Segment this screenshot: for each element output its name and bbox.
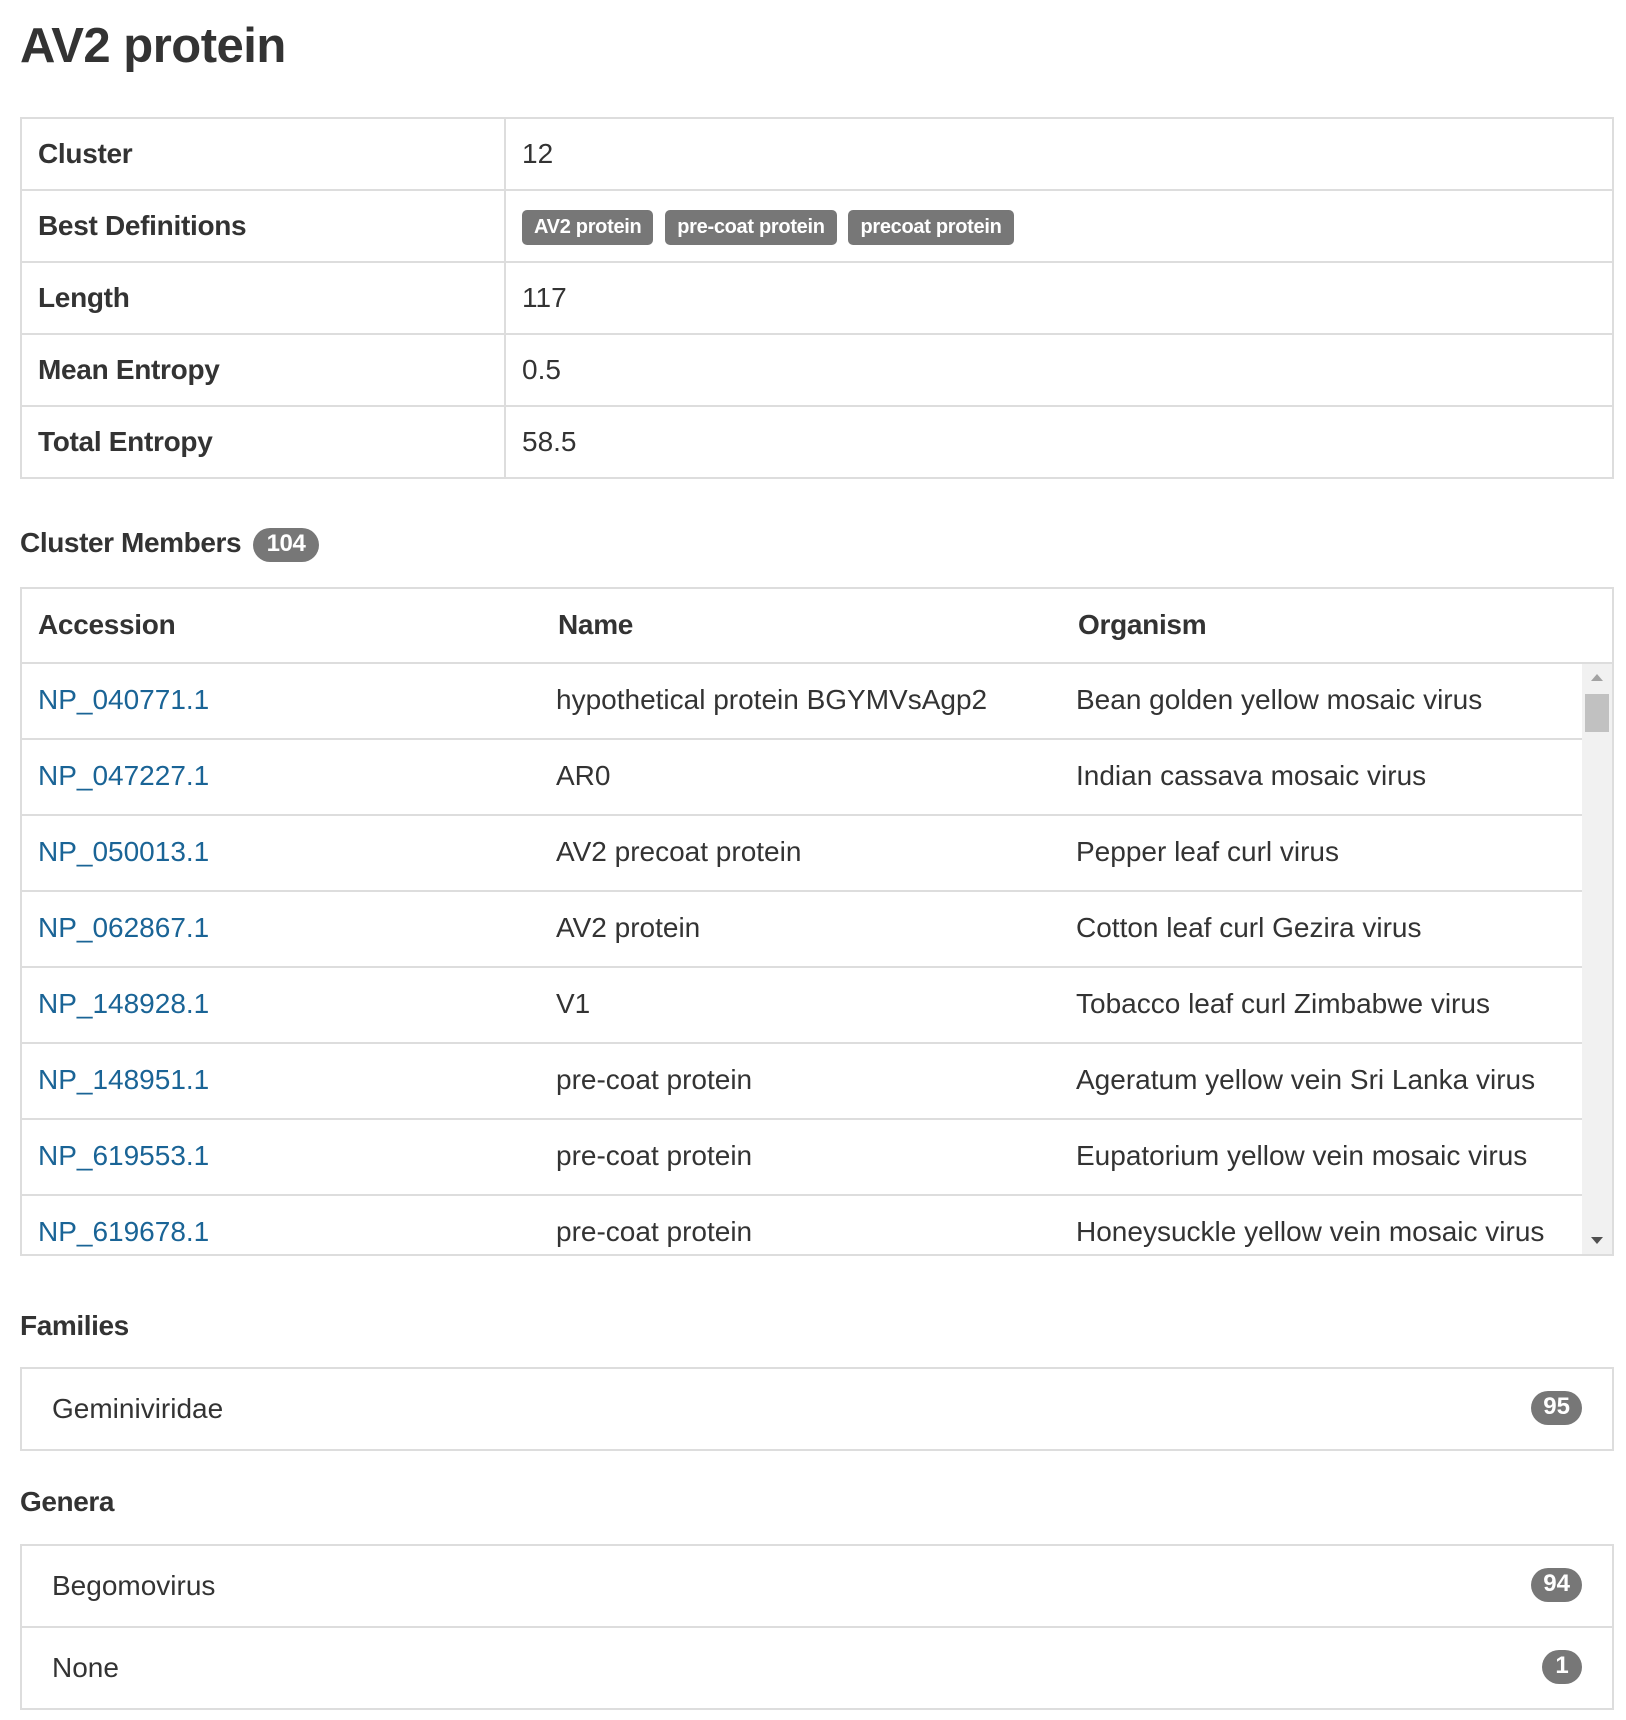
info-key-definitions: Best Definitions xyxy=(20,189,506,263)
family-label: Geminiviridae xyxy=(52,1393,224,1424)
info-value-definitions: AV2 protein pre-coat protein precoat pro… xyxy=(504,189,1614,263)
list-item: None 1 xyxy=(22,1626,1612,1708)
definition-tag: pre-coat protein xyxy=(665,209,837,245)
info-row-length: Length 117 xyxy=(20,261,1614,335)
info-value-mean-entropy: 0.5 xyxy=(504,333,1614,407)
accession-link[interactable]: NP_619553.1 xyxy=(38,1140,209,1172)
family-count-badge: 95 xyxy=(1531,1391,1582,1425)
cluster-info-table: Cluster 12 Best Definitions AV2 protein … xyxy=(20,117,1614,479)
info-key-length: Length xyxy=(20,261,506,335)
cluster-members-count-badge: 104 xyxy=(252,527,320,562)
page-title: AV2 protein xyxy=(20,19,286,73)
members-scrollbar[interactable] xyxy=(1582,664,1612,1254)
member-organism: Bean golden yellow mosaic virus xyxy=(1076,684,1483,715)
members-table-body[interactable]: NP_040771.1 hypothetical protein BGYMVsA… xyxy=(22,664,1582,1254)
table-row: NP_148951.1 pre-coat protein Ageratum ye… xyxy=(22,1044,1582,1120)
genera-list: Begomovirus 94 None 1 xyxy=(20,1544,1614,1710)
definition-tag: precoat protein xyxy=(848,209,1014,245)
table-row: NP_062867.1 AV2 protein Cotton leaf curl… xyxy=(22,892,1582,968)
info-value-total-entropy: 58.5 xyxy=(504,405,1614,479)
members-table-header: Accession Name Organism xyxy=(22,589,1612,664)
accession-link[interactable]: NP_047227.1 xyxy=(38,760,209,792)
member-organism: Eupatorium yellow vein mosaic virus xyxy=(1076,1140,1528,1171)
table-row: NP_040771.1 hypothetical protein BGYMVsA… xyxy=(22,664,1582,740)
table-row: NP_047227.1 AR0 Indian cassava mosaic vi… xyxy=(22,740,1582,816)
column-header-accession: Accession xyxy=(38,609,176,640)
list-item: Begomovirus 94 xyxy=(22,1546,1612,1626)
families-heading: Families xyxy=(20,1310,129,1341)
scroll-up-arrow-icon[interactable] xyxy=(1591,674,1603,681)
genera-heading: Genera xyxy=(20,1486,115,1517)
column-header-name: Name xyxy=(558,609,634,640)
info-value-cluster: 12 xyxy=(504,117,1614,191)
list-item: Geminiviridae 95 xyxy=(22,1369,1612,1449)
member-organism: Tobacco leaf curl Zimbabwe virus xyxy=(1076,988,1490,1019)
accession-link[interactable]: NP_050013.1 xyxy=(38,836,209,868)
genus-label: None xyxy=(52,1652,119,1683)
families-list: Geminiviridae 95 xyxy=(20,1367,1614,1451)
member-name: hypothetical protein BGYMVsAgp2 xyxy=(556,684,988,715)
info-row-mean-entropy: Mean Entropy 0.5 xyxy=(20,333,1614,407)
table-row: NP_050013.1 AV2 precoat protein Pepper l… xyxy=(22,816,1582,892)
member-name: pre-coat protein xyxy=(556,1216,753,1247)
definition-tag: AV2 protein xyxy=(522,209,654,245)
column-header-organism: Organism xyxy=(1078,609,1207,640)
member-name: AV2 protein xyxy=(556,912,701,943)
genus-count-badge: 94 xyxy=(1531,1568,1582,1602)
member-name: pre-coat protein xyxy=(556,1064,753,1095)
info-key-cluster: Cluster xyxy=(20,117,506,191)
accession-link[interactable]: NP_040771.1 xyxy=(38,684,209,716)
member-organism: Indian cassava mosaic virus xyxy=(1076,760,1427,791)
info-key-total-entropy: Total Entropy xyxy=(20,405,506,479)
genus-label: Begomovirus xyxy=(52,1570,216,1601)
cluster-members-table: Accession Name Organism NP_040771.1 hypo… xyxy=(20,587,1614,1256)
member-name: pre-coat protein xyxy=(556,1140,753,1171)
table-row: NP_148928.1 V1 Tobacco leaf curl Zimbabw… xyxy=(22,968,1582,1044)
scroll-down-arrow-icon[interactable] xyxy=(1591,1237,1603,1244)
info-key-mean-entropy: Mean Entropy xyxy=(20,333,506,407)
table-row: NP_619678.1 pre-coat protein Honeysuckle… xyxy=(22,1196,1582,1254)
member-name: V1 xyxy=(556,988,591,1019)
accession-link[interactable]: NP_619678.1 xyxy=(38,1216,209,1248)
info-row-cluster: Cluster 12 xyxy=(20,117,1614,191)
cluster-members-title: Cluster Members xyxy=(20,527,242,558)
accession-link[interactable]: NP_062867.1 xyxy=(38,912,209,944)
cluster-members-heading: Cluster Members 104 xyxy=(20,527,320,562)
genus-count-badge: 1 xyxy=(1542,1650,1582,1684)
table-row: NP_619553.1 pre-coat protein Eupatorium … xyxy=(22,1120,1582,1196)
member-organism: Pepper leaf curl virus xyxy=(1076,836,1340,867)
member-name: AR0 xyxy=(556,760,611,791)
accession-link[interactable]: NP_148928.1 xyxy=(38,988,209,1020)
member-organism: Cotton leaf curl Gezira virus xyxy=(1076,912,1422,943)
info-row-total-entropy: Total Entropy 58.5 xyxy=(20,405,1614,479)
info-row-definitions: Best Definitions AV2 protein pre-coat pr… xyxy=(20,189,1614,263)
member-organism: Honeysuckle yellow vein mosaic virus xyxy=(1076,1216,1545,1247)
scrollbar-thumb[interactable] xyxy=(1585,694,1609,732)
member-name: AV2 precoat protein xyxy=(556,836,802,867)
accession-link[interactable]: NP_148951.1 xyxy=(38,1064,209,1096)
member-organism: Ageratum yellow vein Sri Lanka virus xyxy=(1076,1064,1536,1095)
info-value-length: 117 xyxy=(504,261,1614,335)
